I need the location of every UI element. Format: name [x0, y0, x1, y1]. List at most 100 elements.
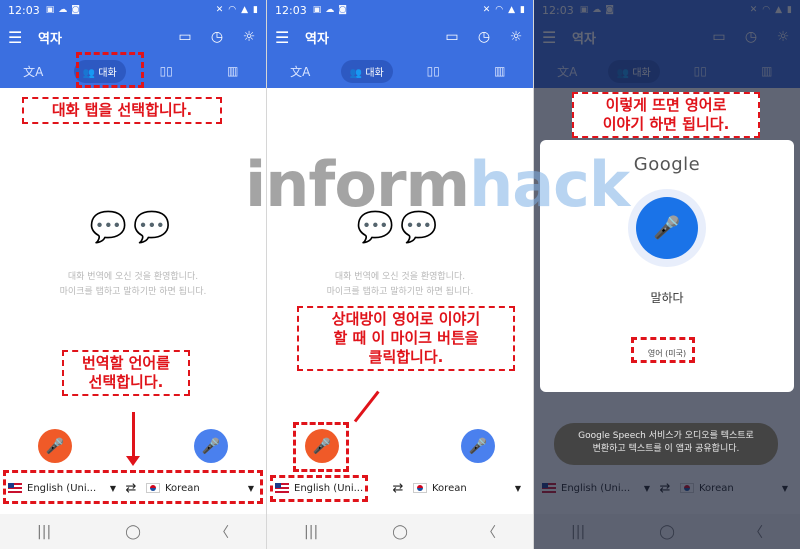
speech-service-toast: Google Speech 서비스가 오디오를 텍스트로 변환하고 텍스트를 이… [554, 423, 778, 465]
annotation-arrow [353, 390, 380, 423]
swap-icon[interactable]: ⇄ [383, 481, 413, 496]
empty-line-2: 마이크를 탭하고 말하기만 하면 됩니다. [326, 287, 474, 297]
mute-icon: ✕ [482, 5, 491, 15]
book-icon: ▯▯ [159, 64, 173, 78]
microphone-icon: 🎤 [468, 437, 488, 455]
callout-lang-line-2: 선택합니다. [88, 373, 164, 391]
callout-speak-line-2: 이야기 하면 됩니다. [602, 115, 730, 133]
app-bar: ☰ 역자 ▭ ◷ ☼ [0, 20, 266, 54]
callout-select-language: 번역할 언어를 선택합니다. [62, 350, 190, 396]
tab-conversation[interactable]: 👥 대화 [340, 59, 393, 83]
wifi-icon: ◠ [228, 5, 237, 15]
toast-line-1: Google Speech 서비스가 오디오를 텍스트로 [578, 431, 754, 441]
brightness-icon[interactable]: ☼ [240, 29, 258, 45]
microphone-icon: 🎤 [45, 437, 65, 455]
menu-icon[interactable]: ☰ [275, 28, 295, 47]
tab-translate[interactable]: 文A [7, 63, 59, 80]
status-time: 12:03 [275, 3, 307, 17]
highlight-mic-box [293, 422, 349, 472]
translate-icon: 文A [23, 64, 44, 79]
tab-phrasebook[interactable]: ▥ [474, 64, 526, 78]
battery-icon: ▮ [253, 5, 258, 15]
watermark-part-1: inform [245, 148, 470, 221]
status-bar: 12:03 ▣ ☁ ◙ ✕ ◠ ▲ ▮ [0, 0, 266, 20]
empty-line-1: 대화 번역에 오신 것을 환영합니다. [334, 272, 466, 282]
callout-mic-line-1: 상대방이 영어로 이야기 [331, 310, 481, 328]
status-time: 12:03 [8, 3, 40, 17]
callout-speak-line-1: 이렇게 뜨면 영어로 [605, 96, 727, 114]
conversation-mode-icon[interactable]: ▭ [443, 29, 461, 45]
tab-dictionary[interactable]: ▯▯ [140, 64, 192, 78]
recent-apps-icon[interactable]: ||| [304, 524, 318, 540]
system-nav-bar: ||| ◯ 〈 [0, 514, 266, 549]
highlight-tab-box [76, 52, 144, 88]
callout-lang-line-1: 번역할 언어를 [81, 354, 171, 372]
annotation-arrow-head [126, 456, 140, 466]
empty-state: 💬💬 대화 번역에 오신 것을 환영합니다. 마이크를 탭하고 말하기만 하면 … [267, 210, 533, 300]
callout-select-tab: 대화 탭을 선택합니다. [22, 97, 222, 124]
microphone-icon: 🎤 [653, 215, 681, 241]
back-icon[interactable]: 〈 [215, 522, 229, 542]
app-title: 역자 [38, 31, 62, 47]
translate-icon: 文A [290, 64, 311, 79]
speech-mic-button[interactable]: 🎤 [636, 197, 698, 259]
tab-dictionary[interactable]: ▯▯ [407, 64, 459, 78]
battery-icon: ▮ [520, 5, 525, 15]
language-right-label: Korean [432, 482, 467, 494]
screen-panel-1: 12:03 ▣ ☁ ◙ ✕ ◠ ▲ ▮ ☰ 역자 ▭ ◷ ☼ 文A 👥 대화 ▯▯ ▥… [0, 0, 266, 549]
caret-down-icon: ▼ [514, 483, 521, 493]
language-selector-right[interactable]: Korean ▼ [413, 483, 521, 494]
callout-speak-english: 이렇게 뜨면 영어로 이야기 하면 됩니다. [572, 92, 760, 138]
clock-icon[interactable]: ◷ [208, 29, 226, 45]
mute-icon: ✕ [215, 5, 224, 15]
book-icon: ▯▯ [426, 64, 440, 78]
app-bar: ☰ 역자 ▭ ◷ ☼ [267, 20, 533, 54]
callout-mic-line-3: 클릭합니다. [368, 348, 444, 366]
home-icon[interactable]: ◯ [392, 524, 408, 540]
highlight-speech-language-box [631, 337, 695, 363]
callout-mic-line-2: 할 때 이 마이크 버튼을 [333, 329, 479, 347]
clock-icon[interactable]: ◷ [475, 29, 493, 45]
toast-line-2: 변환하고 텍스트를 이 앱과 공유합니다. [592, 444, 740, 454]
image-notification-icon: ▣ [45, 5, 55, 15]
empty-line-2: 마이크를 탭하고 말하기만 하면 됩니다. [59, 287, 207, 297]
highlight-language-box [3, 470, 263, 504]
screen-panel-2: 12:03 ▣ ☁ ◙ ✕ ◠ ▲ ▮ ☰ 역자 ▭ ◷ ☼ 文A 👥 대화 ▯▯ ▥… [267, 0, 533, 549]
tab-translate[interactable]: 文A [274, 63, 326, 80]
mic-button-right[interactable]: 🎤 [461, 429, 495, 463]
annotation-arrow [132, 412, 135, 460]
system-nav-bar: ||| ◯ 〈 [267, 514, 533, 549]
phrasebook-icon: ▥ [227, 64, 239, 78]
cloud-icon: ☁ [325, 5, 335, 15]
conversation-illustration-icon: 💬💬 [89, 210, 177, 245]
informhack-watermark: informhack [245, 148, 630, 221]
microphone-icon: 🎤 [201, 437, 221, 455]
back-icon[interactable]: 〈 [482, 522, 496, 542]
image-notification-icon: ▣ [312, 5, 322, 15]
tab-conversation-label: 대화 [365, 67, 384, 79]
callout-click-mic: 상대방이 영어로 이야기 할 때 이 마이크 버튼을 클릭합니다. [297, 306, 515, 371]
bag-icon: ◙ [338, 5, 347, 15]
recent-apps-icon[interactable]: ||| [37, 524, 51, 540]
screen-panel-3: 12:03 ▣ ☁ ◙ ✕◠▲▮ ☰ 역자 ▭ ◷ ☼ 文A 👥 대화 ▯▯ ▥… [534, 0, 800, 549]
watermark-part-2: hack [469, 148, 630, 221]
bag-icon: ◙ [71, 5, 80, 15]
signal-icon: ▲ [241, 5, 249, 15]
phrasebook-icon: ▥ [494, 64, 506, 78]
conversation-mode-icon[interactable]: ▭ [176, 29, 194, 45]
cloud-icon: ☁ [58, 5, 68, 15]
highlight-english-box [270, 475, 368, 502]
wifi-icon: ◠ [495, 5, 504, 15]
brightness-icon[interactable]: ☼ [507, 29, 525, 45]
people-icon: 👥 [349, 67, 363, 79]
speak-prompt: 말하다 [650, 291, 684, 305]
signal-icon: ▲ [508, 5, 516, 15]
menu-icon[interactable]: ☰ [8, 28, 28, 47]
mic-button-right[interactable]: 🎤 [194, 429, 228, 463]
empty-state: 💬💬 대화 번역에 오신 것을 환영합니다. 마이크를 탭하고 말하기만 하면 … [0, 210, 266, 300]
tab-phrasebook[interactable]: ▥ [207, 64, 259, 78]
app-title: 역자 [305, 31, 329, 47]
home-icon[interactable]: ◯ [125, 524, 141, 540]
tab-bar: 文A 👥 대화 ▯▯ ▥ [267, 54, 533, 88]
mic-button-left[interactable]: 🎤 [38, 429, 72, 463]
